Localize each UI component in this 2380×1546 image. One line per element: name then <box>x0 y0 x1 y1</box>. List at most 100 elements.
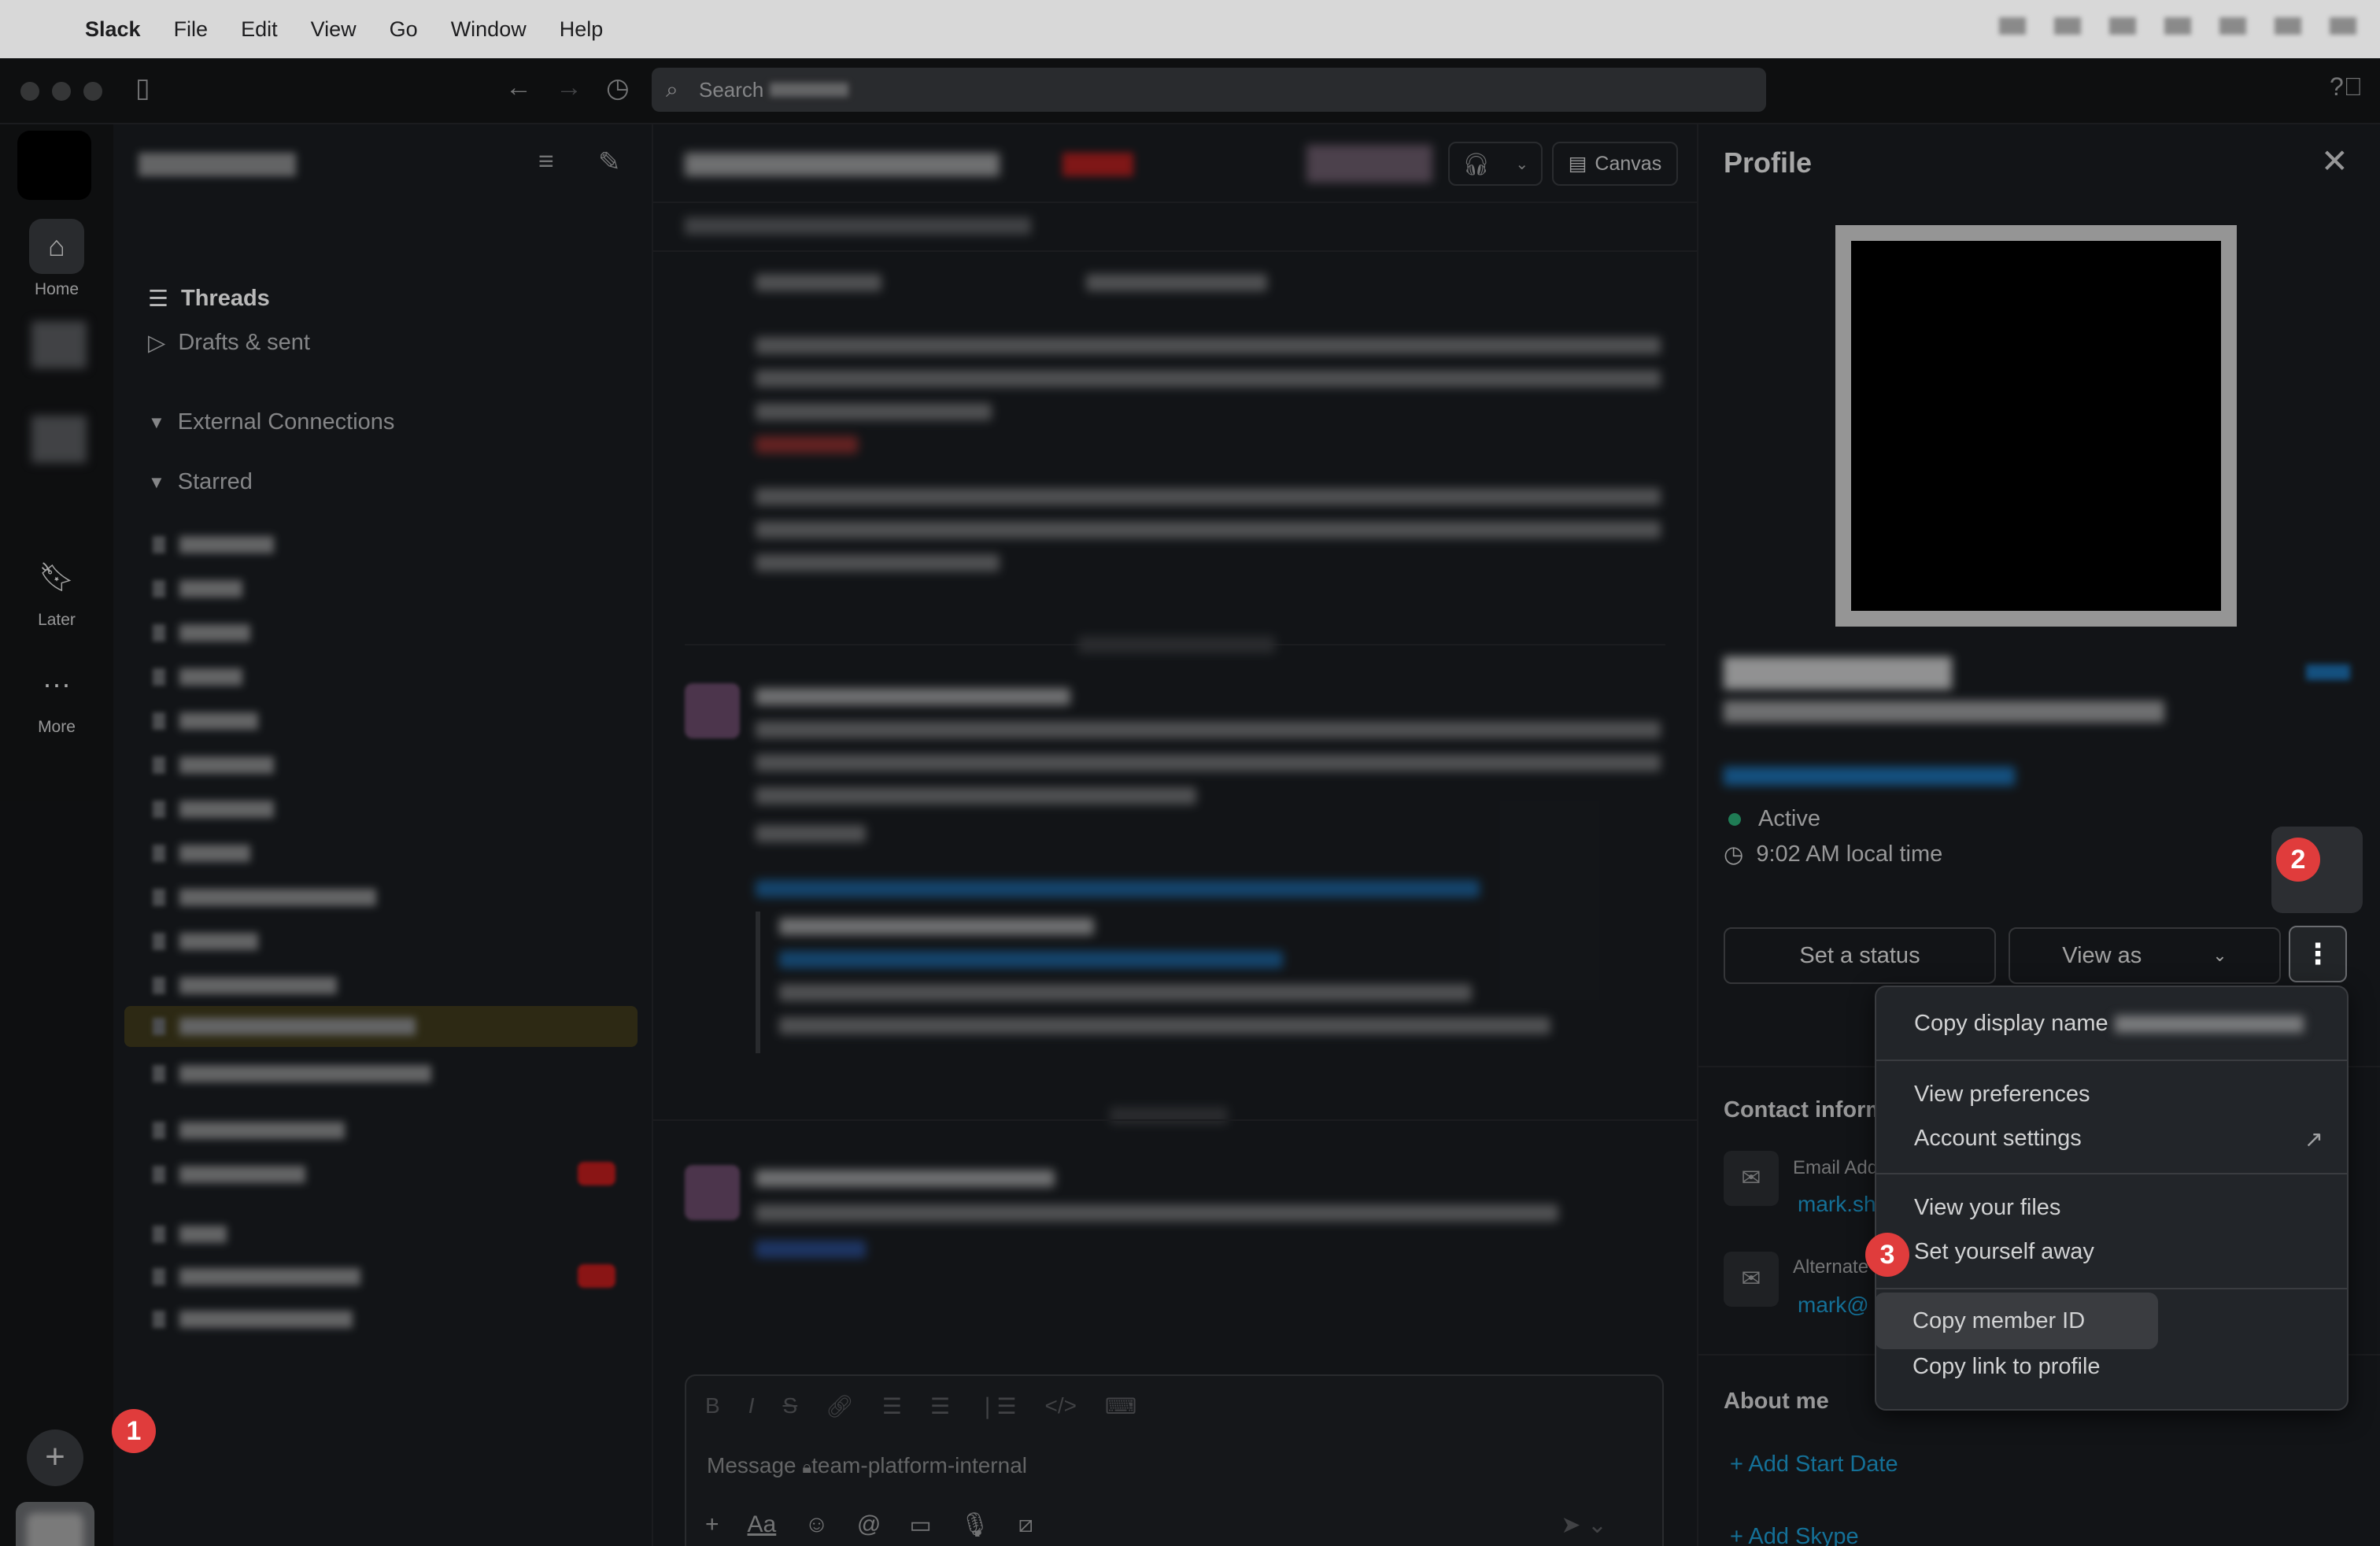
menu-item-set-away[interactable]: Set yourself away <box>1914 1239 2094 1265</box>
channel-item-selected[interactable] <box>153 1008 416 1045</box>
channel-item[interactable] <box>153 1111 345 1149</box>
unfurl-link[interactable] <box>779 951 1283 968</box>
channel-item[interactable] <box>153 878 376 916</box>
channel-item[interactable] <box>153 1215 227 1253</box>
huddle-button[interactable]: 🎧︎ ⌄ <box>1448 142 1543 186</box>
help-icon[interactable]: ?⃝ <box>2330 72 2363 102</box>
channel-item[interactable] <box>153 614 250 652</box>
ordered-list-icon[interactable]: ☰ <box>882 1393 902 1419</box>
channel-item[interactable] <box>153 746 274 784</box>
link-icon[interactable]: 🔗︎ <box>826 1393 854 1419</box>
menu-item-view-files[interactable]: View your files <box>1914 1195 2060 1221</box>
compose-icon[interactable]: ✎ <box>598 146 621 178</box>
blockquote-icon[interactable]: ❘☰ <box>978 1393 1017 1419</box>
microphone-icon[interactable]: 🎙︎ <box>960 1511 990 1539</box>
menu-item-copy-display-name[interactable]: Copy display name <box>1914 1011 2304 1037</box>
canvas-button[interactable]: ▤ Canvas <box>1552 142 1678 186</box>
message-author[interactable] <box>756 688 1070 705</box>
rail-later[interactable]: 🔖︎ Later <box>0 549 113 630</box>
more-actions-button[interactable]: ⋮ <box>2289 926 2347 982</box>
workspace-logo[interactable] <box>17 131 91 200</box>
section-starred[interactable]: ▼ Starred <box>148 469 253 495</box>
menu-go[interactable]: Go <box>390 17 418 42</box>
forward-arrow-icon[interactable]: → <box>556 72 582 103</box>
filter-icon[interactable]: ≡ <box>538 146 554 177</box>
menu-edit[interactable]: Edit <box>241 17 278 42</box>
sidebar-item-threads[interactable]: ☰ Threads <box>148 285 270 313</box>
composer-placeholder[interactable]: Message 🔒︎team-platform-internal <box>707 1453 1027 1478</box>
user-avatar[interactable] <box>16 1502 94 1546</box>
set-status-button[interactable]: Set a status <box>1724 927 1996 984</box>
message-avatar[interactable] <box>685 683 740 738</box>
dm-item[interactable] <box>153 1156 305 1193</box>
sidebar-item-drafts[interactable]: ▷ Drafts & sent <box>148 329 310 357</box>
channel-item[interactable] <box>153 702 258 740</box>
profile-link[interactable] <box>1724 767 2015 786</box>
dm-item[interactable] <box>153 1258 360 1296</box>
bulleted-list-icon[interactable]: ☰ <box>930 1393 950 1419</box>
formatting-icon[interactable]: Aa <box>748 1511 777 1539</box>
add-skype-link[interactable]: + Add Skype <box>1730 1524 1859 1546</box>
menu-file[interactable]: File <box>174 17 209 42</box>
code-icon[interactable]: </> <box>1044 1393 1076 1419</box>
code-block-icon[interactable]: ⌨ <box>1105 1393 1136 1419</box>
message-author[interactable] <box>756 1170 1055 1187</box>
workspace-name[interactable] <box>139 153 296 176</box>
emoji-icon[interactable]: ☺ <box>804 1511 829 1539</box>
message-link[interactable] <box>756 880 1480 897</box>
channel-title[interactable] <box>685 153 1000 176</box>
message-composer[interactable]: B I S 🔗︎ ☰ ☰ ❘☰ </> ⌨ Message 🔒︎team-pla… <box>685 1374 1664 1546</box>
zoom-window-button[interactable] <box>83 82 102 101</box>
italic-icon[interactable]: I <box>748 1393 755 1419</box>
channel-item[interactable] <box>153 967 337 1004</box>
menu-item-copy-member-id[interactable]: Copy member ID <box>1913 1308 2085 1334</box>
menu-window[interactable]: Window <box>451 17 527 42</box>
alternate-email-value[interactable]: mark@ <box>1798 1293 1869 1318</box>
member-avatars[interactable] <box>1306 145 1432 183</box>
dm-item[interactable] <box>153 1300 353 1338</box>
menu-item-copy-link[interactable]: Copy link to profile <box>1913 1354 2101 1380</box>
strikethrough-icon[interactable]: S <box>782 1393 797 1419</box>
sidebar-toggle-icon[interactable]: ▯ <box>135 72 150 104</box>
add-workspace-button[interactable]: + <box>27 1429 83 1486</box>
mention-icon[interactable]: @ <box>857 1511 881 1539</box>
menu-help[interactable]: Help <box>560 17 604 42</box>
slash-command-icon[interactable]: ⧄ <box>1018 1511 1033 1539</box>
menu-item-view-preferences[interactable]: View preferences <box>1914 1082 2090 1108</box>
reaction[interactable] <box>756 825 866 842</box>
channel-item[interactable] <box>153 526 274 564</box>
channel-item[interactable] <box>153 790 274 828</box>
view-as-button[interactable]: View as ⌄ <box>2009 927 2281 984</box>
message-avatar[interactable] <box>685 1165 740 1220</box>
reaction[interactable] <box>756 1241 866 1258</box>
channel-item[interactable] <box>153 834 250 872</box>
back-arrow-icon[interactable]: ← <box>505 72 532 103</box>
caret-down-icon: ▼ <box>148 412 165 432</box>
video-icon[interactable]: ▭ <box>909 1511 931 1539</box>
history-icon[interactable]: ◷ <box>606 72 630 104</box>
email-value[interactable]: mark.sh <box>1798 1192 1876 1217</box>
rail-item-blurred[interactable] <box>31 416 87 463</box>
rail-more[interactable]: ··· More <box>0 656 113 737</box>
send-icon[interactable]: ➤ ⌄ <box>1561 1511 1607 1539</box>
close-icon[interactable]: ✕ <box>2321 142 2349 180</box>
bold-icon[interactable]: B <box>705 1393 720 1419</box>
menu-app-name[interactable]: Slack <box>85 17 141 42</box>
channel-item[interactable] <box>153 1055 431 1093</box>
menu-item-account-settings[interactable]: Account settings ↗ <box>1914 1126 2323 1152</box>
rail-item-blurred[interactable] <box>31 321 87 368</box>
add-start-date-link[interactable]: + Add Start Date <box>1730 1452 1898 1478</box>
section-external-connections[interactable]: ▼ External Connections <box>148 409 394 435</box>
minimize-window-button[interactable] <box>52 82 71 101</box>
channel-item[interactable] <box>153 570 242 608</box>
search-input[interactable]: ⌕ Search <box>652 68 1766 112</box>
reaction[interactable] <box>756 436 858 453</box>
channel-item[interactable] <box>153 658 242 696</box>
plus-icon[interactable]: + <box>705 1511 719 1539</box>
profile-photo[interactable] <box>1835 225 2237 627</box>
rail-home[interactable]: ⌂ Home <box>0 219 113 299</box>
bookmarks-bar[interactable] <box>685 217 1031 235</box>
menu-view[interactable]: View <box>311 17 357 42</box>
channel-item[interactable] <box>153 923 258 960</box>
close-window-button[interactable] <box>20 82 39 101</box>
